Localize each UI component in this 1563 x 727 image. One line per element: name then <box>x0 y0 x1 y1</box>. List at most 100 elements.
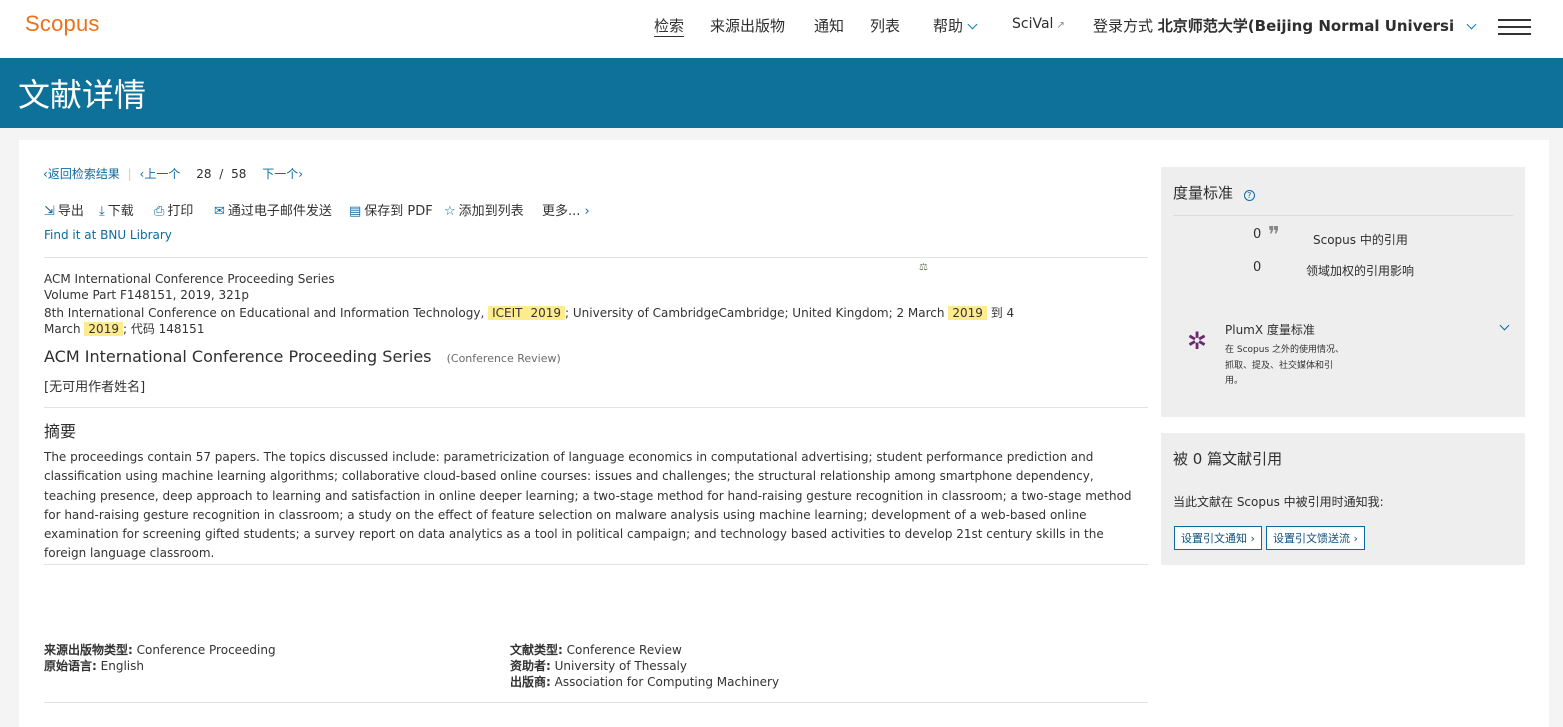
field-label: 原始语言: <box>44 659 97 673</box>
export-icon: ⇲ <box>44 204 55 219</box>
nav-help[interactable]: 帮助 <box>933 15 978 36</box>
document-title: ACM International Conference Proceeding … <box>44 347 432 366</box>
login-institution: 北京师范大学(Beijing Normal Universi <box>1157 17 1455 35</box>
citations-count: 0 <box>1253 227 1262 242</box>
document-title-row: ACM International Conference Proceeding … <box>44 347 561 366</box>
nav-scival-label: SciVal <box>1012 16 1054 32</box>
conference-location: ; University of CambridgeCambridge; Unit… <box>565 306 945 320</box>
conference-month: March <box>44 322 81 336</box>
metrics-heading: 度量标准 ? <box>1173 182 1255 203</box>
next-link[interactable]: 下一个› <box>262 167 303 181</box>
nav-help-label: 帮助 <box>933 17 964 35</box>
save-pdf-button[interactable]: ▤ 保存到 PDF <box>349 200 433 219</box>
seesaw-icon: ⚖ <box>919 262 928 273</box>
highlight-term: 2019 <box>526 306 566 320</box>
scopus-logo[interactable]: Scopus <box>25 11 100 37</box>
add-to-list-button[interactable]: ☆ 添加到列表 <box>444 200 524 219</box>
download-label: 下载 <box>107 204 134 219</box>
metrics-panel: 度量标准 ? 0 ❞ Scopus 中的引用 0 领域加权的引用影响 ✲ Plu… <box>1161 167 1525 417</box>
nav-lists[interactable]: 列表 <box>870 15 900 36</box>
button-label: 设置引文馈送流 <box>1273 532 1350 545</box>
button-label: 设置引文通知 <box>1181 532 1247 545</box>
sponsor-field: 资助者: University of Thessaly <box>510 657 687 674</box>
divider <box>1173 215 1513 216</box>
cited-by-panel: 被 0 篇文献引用 当此文献在 Scopus 中被引用时通知我: 设置引文通知 … <box>1161 433 1525 565</box>
field-value: Conference Proceeding <box>136 643 276 657</box>
language-field: 原始语言: English <box>44 657 144 674</box>
library-link[interactable]: Find it at BNU Library <box>44 228 172 242</box>
more-label: 更多... <box>542 204 581 219</box>
publisher-field: 出版商: Association for Computing Machinery <box>510 673 779 690</box>
current-index: 28 <box>196 167 212 181</box>
export-label: 导出 <box>57 204 84 219</box>
star-icon: ☆ <box>444 204 456 219</box>
set-citation-alert-button[interactable]: 设置引文通知 › <box>1174 526 1262 550</box>
plumx-title[interactable]: PlumX 度量标准 <box>1225 321 1315 338</box>
cited-by-notify-text: 当此文献在 Scopus 中被引用时通知我: <box>1173 495 1384 509</box>
chevron-down-icon[interactable] <box>1499 320 1510 331</box>
author-list: [无可用作者姓名] <box>44 380 146 395</box>
back-label: 返回检索结果 <box>47 167 120 181</box>
page-banner: 文献详情 <box>0 58 1563 128</box>
fwci-label[interactable]: 领域加权的引用影响 <box>1306 262 1414 279</box>
plumx-desc-line: 在 Scopus 之外的使用情况、 <box>1225 345 1344 355</box>
source-series: ACM International Conference Proceeding … <box>44 272 335 286</box>
field-label: 资助者: <box>510 659 551 673</box>
menu-icon[interactable] <box>1498 19 1531 35</box>
chevron-down-icon <box>1466 19 1477 30</box>
more-button[interactable]: 更多... › <box>542 200 590 219</box>
set-citation-feed-button[interactable]: 设置引文馈送流 › <box>1266 526 1365 550</box>
nav-login[interactable]: 登录方式 北京师范大学(Beijing Normal Universi <box>1093 15 1477 36</box>
plumx-desc-line: 抓取、提及、社交媒体和引 <box>1225 360 1334 371</box>
help-icon[interactable]: ? <box>1243 190 1255 201</box>
nav-sources[interactable]: 来源出版物 <box>710 15 785 36</box>
source-type-field: 来源出版物类型: Conference Proceeding <box>44 641 276 658</box>
email-button[interactable]: ✉ 通过电子邮件发送 <box>214 200 332 219</box>
source-volume: Volume Part F148151, 2019, 321p <box>44 288 249 302</box>
document-details-panel: ‹返回检索结果 | ‹上一个 28 / 58 下一个› ⇲ 导出 ⤓ 下载 ⎙ 打印 … <box>19 140 1549 727</box>
citations-label[interactable]: Scopus 中的引用 <box>1313 231 1408 248</box>
print-label: 打印 <box>167 204 194 219</box>
previous-label: 上一个 <box>144 167 181 181</box>
field-label: 文献类型: <box>510 643 563 657</box>
abstract-text: The proceedings contain 57 papers. The t… <box>44 450 1132 561</box>
field-value: Conference Review <box>566 643 682 657</box>
result-navigation: ‹返回检索结果 | ‹上一个 28 / 58 下一个› <box>43 165 303 182</box>
divider <box>44 564 1148 565</box>
conference-prefix: 8th International Conference on Educatio… <box>44 306 485 320</box>
highlight-term: ICEIT <box>488 306 527 320</box>
plumx-desc-line: 用。 <box>1225 376 1244 386</box>
nav-alerts[interactable]: 通知 <box>814 15 844 36</box>
external-link-icon: ↗ <box>1056 20 1065 31</box>
index-separator: / <box>219 167 224 181</box>
document-type-field: 文献类型: Conference Review <box>510 641 682 658</box>
previous-link[interactable]: ‹上一个 <box>140 167 181 181</box>
back-to-results-link[interactable]: ‹返回检索结果 <box>43 167 120 181</box>
download-button[interactable]: ⤓ 下载 <box>99 200 134 219</box>
conference-date-line: March 2019; 代码 148151 <box>44 320 204 337</box>
export-button[interactable]: ⇲ 导出 <box>44 200 84 219</box>
quote-icon: ❞ <box>1268 223 1280 248</box>
divider <box>44 257 1148 258</box>
field-value: University of Thessaly <box>554 659 687 673</box>
abstract-heading: 摘要 <box>44 422 77 441</box>
highlight-term: 2019 <box>84 322 123 336</box>
email-label: 通过电子邮件发送 <box>227 204 332 219</box>
fwci-value: 0 <box>1253 260 1262 275</box>
conference-info: 8th International Conference on Educatio… <box>44 304 1014 321</box>
total-count: 58 <box>231 167 247 181</box>
divider <box>44 702 1148 703</box>
document-type-note: (Conference Review) <box>446 352 561 365</box>
pdf-icon: ▤ <box>349 204 362 219</box>
field-label: 来源出版物类型: <box>44 643 133 657</box>
save-pdf-label: 保存到 PDF <box>364 204 433 219</box>
conference-date-end: 到 4 <box>990 306 1015 320</box>
conference-code: ; 代码 148151 <box>122 322 205 336</box>
metrics-heading-label: 度量标准 <box>1173 184 1234 202</box>
nav-search[interactable]: 检索 <box>654 15 684 36</box>
print-button[interactable]: ⎙ 打印 <box>154 200 193 219</box>
top-navigation: Scopus 检索 来源出版物 通知 列表 帮助 SciVal ↗ 登录方式 北京… <box>0 0 1563 58</box>
nav-scival[interactable]: SciVal ↗ <box>1012 16 1065 32</box>
email-icon: ✉ <box>214 204 225 219</box>
field-value: Association for Computing Machinery <box>554 675 780 689</box>
